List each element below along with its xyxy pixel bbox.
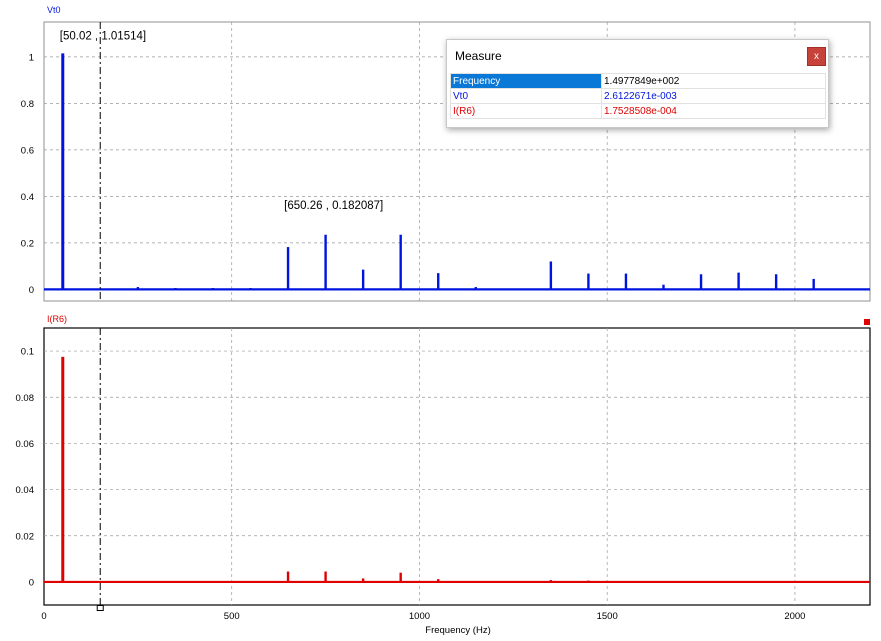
peak-annotation: [50.02 , 1.01514]	[60, 30, 146, 42]
y-tick-label: 0.1	[21, 347, 34, 358]
y-tick-label: 1	[29, 52, 34, 63]
cursor-handle	[96, 605, 104, 611]
measure-row-vt0[interactable]: Vt0 2.6122671e-003	[450, 88, 826, 104]
y-tick-label: 0.04	[16, 485, 35, 496]
peak-annotation: [650.26 , 0.182087]	[284, 200, 383, 212]
measure-row-frequency[interactable]: Frequency 1.4977849e+002	[450, 73, 826, 89]
y-tick-label: 0.8	[21, 99, 34, 110]
x-tick-label: 1000	[409, 611, 430, 622]
y-tick-label: 0	[29, 577, 34, 588]
panel-title: I(R6)	[47, 314, 67, 324]
panel-title: Vt0	[47, 5, 61, 15]
measure-dialog[interactable]: Measure x Frequency 1.4977849e+002 Vt0 2…	[446, 39, 829, 128]
measure-label: I(R6)	[450, 103, 602, 119]
measure-value: 1.4977849e+002	[601, 73, 826, 89]
measure-table: Frequency 1.4977849e+002 Vt0 2.6122671e-…	[450, 73, 826, 119]
y-tick-label: 0	[29, 285, 34, 296]
plot-frame-1	[43, 327, 871, 606]
y-tick-label: 0.08	[16, 393, 35, 404]
x-tick-label: 1500	[597, 611, 618, 622]
measure-title: Measure	[455, 49, 502, 63]
x-tick-label: 500	[224, 611, 240, 622]
measure-header[interactable]: Measure x	[447, 40, 828, 71]
y-tick-label: 0.4	[21, 192, 34, 203]
measure-value: 1.7528508e-004	[601, 103, 826, 119]
x-axis-label: Frequency (Hz)	[425, 625, 490, 636]
y-tick-label: 0.02	[16, 531, 35, 542]
measure-label: Frequency	[450, 73, 602, 89]
series-marker	[864, 319, 870, 325]
x-tick-label: 0	[41, 611, 46, 622]
y-tick-label: 0.6	[21, 145, 34, 156]
measure-label: Vt0	[450, 88, 602, 104]
measure-value: 2.6122671e-003	[601, 88, 826, 104]
x-tick-label: 2000	[784, 611, 805, 622]
y-tick-label: 0.2	[21, 238, 34, 249]
measure-row-ir6[interactable]: I(R6) 1.7528508e-004	[450, 103, 826, 119]
y-tick-label: 0.06	[16, 439, 35, 450]
close-button[interactable]: x	[807, 47, 826, 66]
